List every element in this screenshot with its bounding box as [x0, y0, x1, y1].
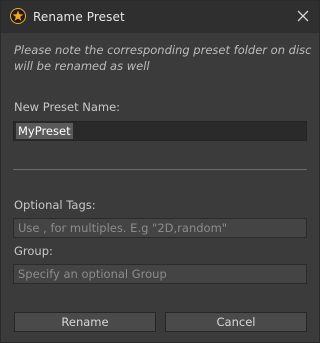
rename-button[interactable]: Rename [14, 312, 156, 332]
new-name-label: New Preset Name: [14, 100, 121, 114]
dialog-title: Rename Preset [33, 10, 125, 24]
group-label: Group: [14, 244, 53, 258]
close-button[interactable] [291, 5, 315, 29]
section-divider [13, 169, 307, 170]
group-input[interactable] [13, 264, 307, 284]
rename-note: Please note the corresponding preset fol… [14, 43, 312, 73]
tags-input[interactable] [13, 218, 307, 238]
app-star-icon [10, 8, 26, 24]
tags-label: Optional Tags: [14, 198, 96, 212]
rename-preset-dialog: Rename Preset Please note the correspond… [0, 0, 320, 343]
title-bar[interactable]: Rename Preset [1, 1, 319, 33]
cancel-button[interactable]: Cancel [165, 312, 307, 332]
close-icon [297, 10, 309, 25]
new-name-input[interactable] [13, 121, 307, 141]
